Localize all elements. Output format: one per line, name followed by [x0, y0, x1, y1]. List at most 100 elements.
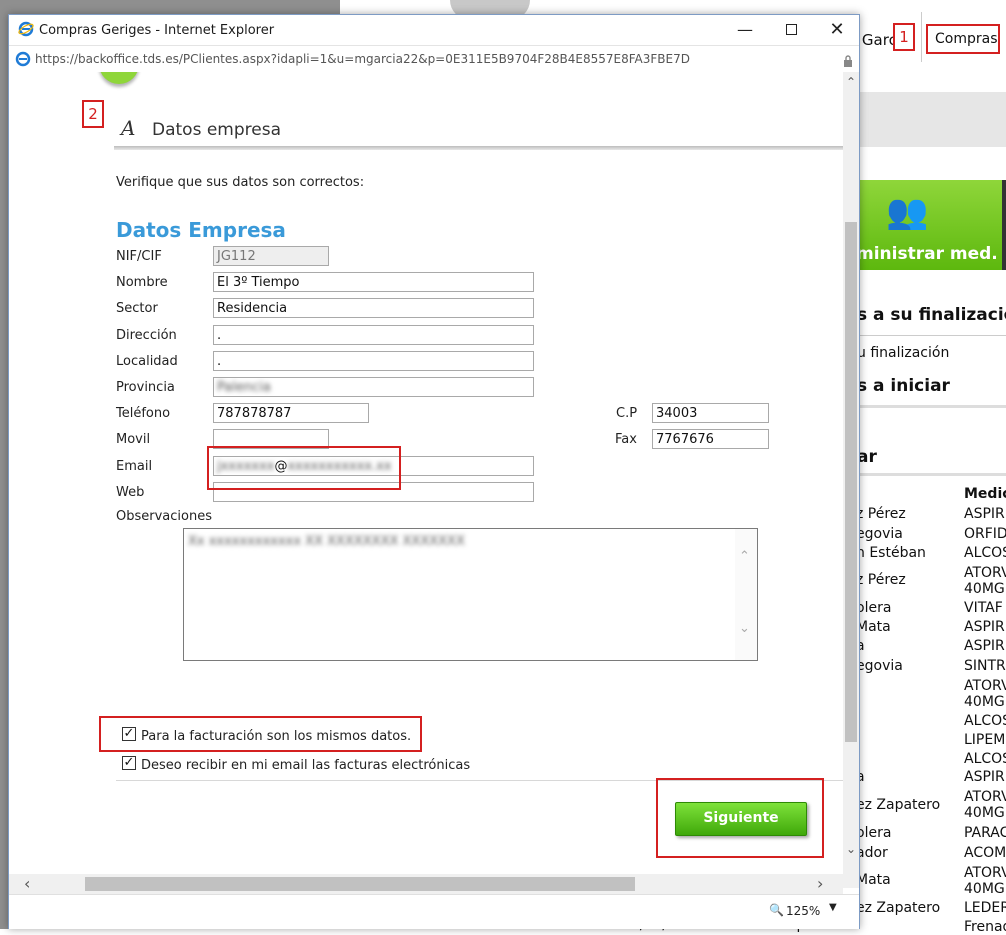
divider	[856, 473, 1006, 476]
scroll-down-icon: ⌄	[739, 621, 750, 636]
electronic-invoice-checkbox[interactable]: ✓	[122, 756, 136, 770]
nif-field[interactable]: JG112	[213, 246, 329, 266]
direccion-label: Dirección	[116, 328, 177, 343]
background-row-medication: ATORV	[964, 565, 1006, 581]
section-header-rule	[114, 146, 843, 150]
email-highlight-box	[207, 446, 401, 490]
administrar-med-banner[interactable]: 👥 ministrar med.	[856, 180, 1006, 270]
scroll-right-arrow-icon[interactable]: ›	[817, 874, 823, 893]
background-row-medication: LEDER	[964, 900, 1006, 916]
popup-window: Compras Geriges - Internet Explorer — ✕ …	[8, 14, 860, 929]
provincia-field[interactable]: Palencia	[213, 377, 534, 397]
textarea-scrollbar[interactable]: ⌃ ⌄	[735, 529, 757, 660]
vertical-scroll-thumb[interactable]	[845, 222, 857, 742]
horizontal-scrollbar[interactable]: ‹ ›	[9, 874, 843, 894]
background-row-medication: PARAC	[964, 825, 1006, 841]
background-row-medication: LIPEM	[964, 732, 1006, 748]
url-text: https://backoffice.tds.es/PClientes.aspx…	[35, 52, 690, 66]
background-row-name: Mata	[856, 619, 891, 635]
close-button[interactable]: ✕	[814, 15, 860, 45]
fax-field[interactable]: 7767676	[652, 429, 769, 449]
background-row-name: olera	[856, 600, 892, 616]
nombre-field[interactable]: El 3º Tiempo	[213, 272, 534, 292]
background-row-name: ez Zapatero	[856, 797, 941, 813]
cp-field[interactable]: 34003	[652, 403, 769, 423]
background-row-medication: ASPIR	[964, 638, 1005, 654]
compras-label: Compras	[935, 31, 998, 47]
background-row-name: egovia	[856, 658, 903, 674]
background-row-name: Mata	[856, 872, 891, 888]
background-row-medication: 40MG	[964, 881, 1005, 897]
gray-band	[856, 92, 1006, 147]
electronic-invoice-label: Deseo recibir en mi email las facturas e…	[141, 758, 471, 773]
nombre-label: Nombre	[116, 275, 168, 290]
zoom-dropdown-icon[interactable]: ▼	[829, 902, 837, 913]
zoom-icon: 🔍	[769, 903, 784, 917]
background-row-medication: ASPIR	[964, 769, 1005, 785]
status-bar: 🔍 125% ▼	[9, 894, 859, 929]
window-title: Compras Geriges - Internet Explorer	[39, 23, 275, 38]
same-billing-label: Para la facturación son los mismos datos…	[141, 729, 412, 744]
background-row-medication: ALCOS	[964, 545, 1006, 561]
background-row-medication: VITAF	[964, 600, 1003, 616]
email-label: Email	[116, 459, 153, 474]
background-row-medication: 40MG	[964, 694, 1005, 710]
scroll-up-arrow-icon[interactable]: ⌃	[846, 75, 856, 89]
instruction-text: Verifique que sus datos son correctos:	[116, 175, 365, 190]
background-row-medication: ATORV	[964, 865, 1006, 881]
section-header: Datos empresa	[152, 120, 281, 140]
background-row-medication: 40MG	[964, 805, 1005, 821]
background-row-medication: ORFID	[964, 526, 1006, 542]
provincia-label: Provincia	[116, 380, 175, 395]
maximize-button[interactable]	[768, 15, 814, 45]
background-row-name: z Pérez	[856, 572, 906, 588]
form-title: Datos Empresa	[116, 218, 286, 242]
localidad-field[interactable]: .	[213, 351, 534, 371]
medication-column-header: Medic	[964, 486, 1006, 502]
background-row-medication: SINTR	[964, 658, 1006, 674]
background-row-medication: ATORV	[964, 789, 1006, 805]
horizontal-scroll-thumb[interactable]	[85, 877, 635, 891]
movil-label: Movil	[116, 432, 151, 447]
background-row-medication: 40MG	[964, 581, 1005, 597]
background-row-name: ador	[856, 845, 888, 861]
direccion-field[interactable]: .	[213, 325, 534, 345]
minimize-button[interactable]: —	[722, 15, 768, 45]
cp-label: C.P	[616, 406, 638, 421]
observaciones-label: Observaciones	[116, 509, 212, 524]
sector-field[interactable]: Residencia	[213, 298, 534, 318]
minimize-icon: —	[737, 20, 753, 39]
ie-logo-icon	[18, 21, 34, 37]
background-row-name: olera	[856, 825, 892, 841]
header-divider	[921, 12, 922, 62]
annotation-number-2: 2	[82, 100, 104, 128]
telefono-field[interactable]: 787878787	[213, 403, 369, 423]
close-icon: ✕	[829, 19, 845, 40]
background-row-medication: ASPIR	[964, 619, 1005, 635]
zoom-level[interactable]: 125%	[786, 904, 820, 918]
observaciones-textarea[interactable]: Xx xxxxxxxxxxxx XX XXXXXXXX XXXXXXX ⌃ ⌄	[183, 528, 758, 661]
background-row-name: ez Zapatero	[856, 900, 941, 916]
scroll-down-arrow-icon[interactable]: ⌄	[846, 842, 856, 856]
background-row-medication: ATORV	[964, 678, 1006, 694]
localidad-label: Localidad	[116, 354, 178, 369]
divider	[856, 335, 1006, 336]
vertical-scrollbar[interactable]: ⌃ ⌄	[843, 72, 859, 888]
maximize-icon	[785, 24, 797, 35]
scroll-left-arrow-icon[interactable]: ‹	[24, 874, 30, 893]
background-row-medication: ACOM	[964, 845, 1006, 861]
observaciones-value: Xx xxxxxxxxxxxx XX XXXXXXXX XXXXXXX	[188, 534, 465, 549]
background-row-medication: Frenad	[964, 919, 1006, 935]
next-button[interactable]: Siguiente	[675, 802, 807, 836]
nif-label: NIF/CIF	[116, 249, 162, 264]
title-bar[interactable]: Compras Geriges - Internet Explorer — ✕	[9, 15, 859, 45]
fax-label: Fax	[615, 432, 637, 447]
same-billing-checkbox[interactable]: ✓	[122, 727, 136, 741]
ie-page-icon	[15, 51, 31, 67]
banner-divider	[1002, 180, 1006, 270]
people-icon: 👥	[886, 192, 929, 232]
compras-button[interactable]: Compras	[926, 24, 1000, 54]
finalizacion-line: u finalización	[857, 345, 950, 361]
document-icon: A	[121, 116, 136, 140]
address-bar[interactable]: https://backoffice.tds.es/PClientes.aspx…	[9, 45, 859, 73]
